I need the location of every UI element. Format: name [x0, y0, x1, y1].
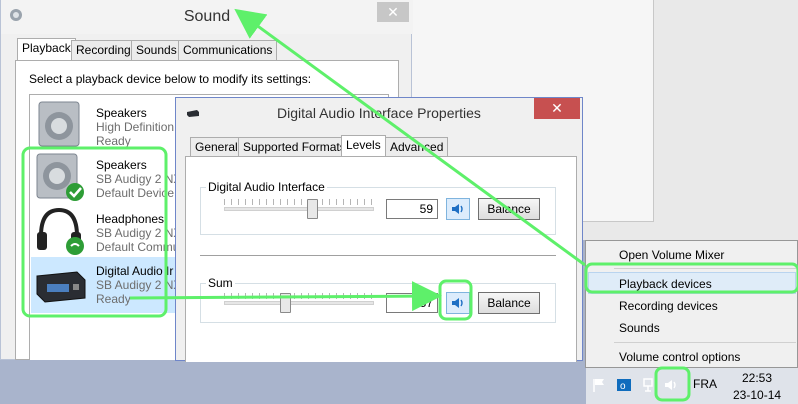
slider-ticks — [224, 199, 374, 205]
properties-title-bar: Digital Audio Interface Properties ✕ — [176, 98, 582, 128]
network-icon[interactable] — [641, 377, 657, 393]
tab-sounds[interactable]: Sounds — [131, 40, 182, 60]
svg-text:o: o — [620, 381, 626, 392]
speaker-volume-icon — [452, 298, 463, 308]
device-status: Default Commu — [96, 240, 180, 254]
device-status: Default Device — [96, 186, 175, 200]
menu-separator — [614, 342, 796, 343]
mute-toggle-button[interactable] — [446, 292, 470, 314]
device-driver: SB Audigy 2 NX — [96, 278, 182, 292]
digital-audio-device-icon — [36, 271, 86, 303]
properties-dialog: Digital Audio Interface Properties ✕ Gen… — [175, 97, 583, 362]
level-slider-sum[interactable] — [224, 301, 374, 305]
tab-general[interactable]: General — [190, 137, 243, 157]
device-name: Headphones — [96, 212, 165, 226]
balance-button[interactable]: Balance — [478, 198, 540, 220]
flag-icon[interactable] — [591, 377, 607, 393]
menu-separator — [614, 268, 796, 269]
menu-item-volume-control-options[interactable]: Volume control options — [619, 350, 740, 364]
sound-window-title: Sound — [183, 8, 231, 25]
slider-thumb[interactable] — [280, 293, 291, 313]
levels-panel: Digital Audio Interface 59 Balance Sum 5… — [185, 156, 577, 362]
speaker-icon — [38, 101, 80, 147]
properties-close-button[interactable]: ✕ — [534, 98, 580, 119]
level-slider-digital-audio[interactable] — [224, 207, 374, 211]
speaker-default-icon — [36, 153, 84, 201]
device-name: Speakers — [96, 106, 147, 120]
device-driver: SB Audigy 2 NX — [96, 172, 182, 186]
device-driver: SB Audigy 2 NX — [96, 226, 182, 240]
menu-item-playback-devices[interactable]: Playback devices — [619, 277, 712, 291]
volume-icon[interactable] — [663, 377, 679, 393]
level-value-box[interactable]: 57 — [386, 293, 438, 313]
slider-ticks — [224, 293, 374, 299]
level-value-box[interactable]: 59 — [386, 199, 438, 219]
device-status: Ready — [96, 292, 131, 306]
balance-button[interactable]: Balance — [478, 292, 540, 314]
group-separator — [200, 255, 556, 256]
device-name: Speakers — [96, 158, 147, 172]
tab-supported-formats[interactable]: Supported Formats — [238, 137, 351, 157]
language-indicator[interactable]: FRA — [693, 377, 717, 391]
level-group-label: Sum — [206, 276, 235, 290]
tab-communications[interactable]: Communications — [178, 40, 278, 60]
properties-title: Digital Audio Interface Properties — [277, 105, 481, 121]
sound-title-bar: Sound ✕ — [1, 0, 413, 34]
level-group-label: Digital Audio Interface — [206, 180, 327, 194]
desktop-background-bottom — [0, 360, 586, 404]
tab-levels[interactable]: Levels — [341, 135, 386, 158]
playback-instruction: Select a playback device below to modify… — [29, 72, 312, 86]
menu-item-open-volume-mixer[interactable]: Open Volume Mixer — [619, 248, 724, 262]
tab-recording[interactable]: Recording — [71, 40, 136, 60]
speaker-volume-icon — [452, 204, 463, 214]
outlook-icon[interactable]: o — [616, 377, 632, 393]
clock-time[interactable]: 22:53 — [742, 371, 772, 385]
mute-toggle-button[interactable] — [446, 198, 470, 220]
menu-item-sounds[interactable]: Sounds — [619, 321, 660, 335]
tab-playback[interactable]: Playback — [17, 38, 76, 61]
tab-advanced[interactable]: Advanced — [385, 137, 449, 157]
menu-item-recording-devices[interactable]: Recording devices — [619, 299, 718, 313]
device-status: Ready — [96, 134, 131, 148]
sound-close-button[interactable]: ✕ — [377, 2, 409, 22]
volume-context-menu: Open Volume Mixer Playback devices Recor… — [585, 240, 798, 368]
headphones-icon — [37, 207, 84, 255]
device-name: Digital Audio Ir — [96, 264, 174, 278]
clock-date[interactable]: 23-10-14 — [733, 388, 781, 402]
device-driver: High Definition — [96, 120, 175, 134]
slider-thumb[interactable] — [307, 199, 318, 219]
